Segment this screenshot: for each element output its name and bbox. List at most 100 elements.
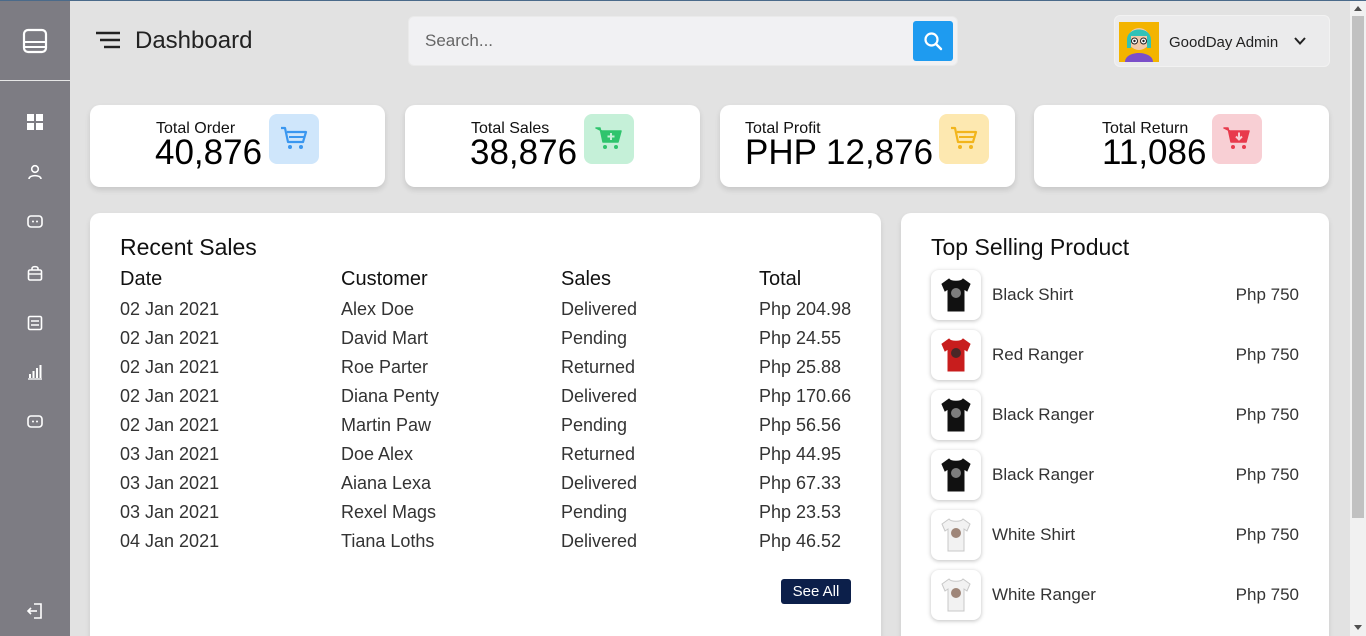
search-button[interactable] bbox=[913, 21, 953, 61]
cell-customer: Tiana Loths bbox=[341, 531, 435, 551]
sidebar-item-analytics[interactable] bbox=[0, 352, 70, 392]
product-list-item[interactable]: Black Shirt Php 750 bbox=[931, 270, 1299, 322]
card-value: 11,086 bbox=[1102, 133, 1207, 172]
cell-sales-status: Pending bbox=[561, 502, 628, 522]
see-all-button[interactable]: See All bbox=[781, 579, 851, 604]
tshirt-icon bbox=[941, 278, 971, 312]
card-icon-box bbox=[584, 114, 634, 164]
cell-total: Php 46.52 bbox=[759, 531, 842, 551]
sidebar-item-dashboard[interactable] bbox=[0, 102, 70, 142]
cell-date: 02 Jan 2021 bbox=[120, 357, 220, 377]
cell-date: 02 Jan 2021 bbox=[120, 299, 220, 319]
card-icon-box bbox=[269, 114, 319, 164]
cell-sales-status: Delivered bbox=[561, 473, 638, 493]
product-price: Php 750 bbox=[1235, 465, 1299, 484]
cell-total: Php 56.56 bbox=[759, 415, 842, 435]
sidebar-item-support[interactable] bbox=[0, 402, 70, 442]
cart-icon bbox=[281, 126, 308, 149]
cell-sales-status: Pending bbox=[561, 328, 628, 348]
scroll-down-arrow-icon[interactable] bbox=[1354, 625, 1362, 630]
cell-date: 03 Jan 2021 bbox=[120, 473, 220, 493]
column-header-total: Total bbox=[759, 268, 802, 290]
column-header-date: Date bbox=[120, 268, 163, 290]
cart-return-icon bbox=[1223, 127, 1250, 149]
cell-sales-status: Returned bbox=[561, 357, 636, 377]
chevron-down-icon bbox=[1294, 37, 1306, 45]
sidebar-logout[interactable] bbox=[0, 591, 70, 631]
cell-customer: David Mart bbox=[341, 328, 429, 348]
product-list-item[interactable]: Red Ranger Php 750 bbox=[931, 330, 1299, 382]
cell-customer: Rexel Mags bbox=[341, 502, 437, 522]
cell-date: 03 Jan 2021 bbox=[120, 444, 220, 464]
product-thumbnail bbox=[931, 390, 981, 440]
cell-customer: Doe Alex bbox=[341, 444, 414, 464]
cell-date: 04 Jan 2021 bbox=[120, 531, 220, 551]
cell-date: 02 Jan 2021 bbox=[120, 328, 220, 348]
sidebar bbox=[0, 1, 70, 636]
cell-customer: Diana Penty bbox=[341, 386, 440, 406]
dashboard-grid-icon bbox=[27, 114, 43, 130]
tshirt-icon bbox=[941, 458, 971, 492]
scroll-up-arrow-icon[interactable] bbox=[1354, 6, 1362, 11]
user-icon bbox=[28, 164, 42, 180]
tshirt-icon bbox=[941, 578, 971, 612]
sidebar-logo[interactable] bbox=[0, 1, 70, 81]
logout-icon bbox=[26, 603, 42, 619]
product-list-item[interactable]: Black Ranger Php 750 bbox=[931, 390, 1299, 442]
product-name: Black Ranger bbox=[992, 465, 1095, 484]
sidebar-item-messages[interactable] bbox=[0, 202, 70, 242]
cell-customer: Alex Doe bbox=[341, 299, 415, 319]
cell-total: Php 44.95 bbox=[759, 444, 842, 464]
cell-sales-status: Delivered bbox=[561, 386, 638, 406]
product-name: White Ranger bbox=[992, 585, 1096, 604]
page-scrollbar[interactable] bbox=[1350, 1, 1366, 636]
avatar bbox=[1119, 22, 1159, 62]
sidebar-item-orders[interactable] bbox=[0, 303, 70, 343]
search-input[interactable] bbox=[409, 17, 909, 65]
cell-date: 02 Jan 2021 bbox=[120, 415, 220, 435]
panel-title: Top Selling Product bbox=[931, 234, 1130, 260]
cell-customer: Martin Paw bbox=[341, 415, 432, 435]
cell-sales-status: Pending bbox=[561, 415, 628, 435]
cell-date: 02 Jan 2021 bbox=[120, 386, 220, 406]
product-name: Black Shirt bbox=[992, 285, 1074, 304]
product-list-item[interactable]: Black Ranger Php 750 bbox=[931, 450, 1299, 502]
sidebar-item-shop[interactable] bbox=[0, 253, 70, 293]
panel-title: Recent Sales bbox=[120, 234, 257, 260]
cell-sales-status: Delivered bbox=[561, 299, 638, 319]
cell-date: 03 Jan 2021 bbox=[120, 502, 220, 522]
search-icon bbox=[924, 32, 943, 51]
product-price: Php 750 bbox=[1235, 585, 1299, 604]
menu-toggle-button[interactable] bbox=[94, 28, 122, 52]
stat-card-total-order: Total Order 40,876 bbox=[90, 105, 385, 187]
avatar-illustration-icon bbox=[1119, 22, 1159, 62]
recent-sales-panel: Recent Sales Date Customer Sales Total 0… bbox=[90, 213, 881, 636]
app-logo-icon bbox=[22, 28, 48, 53]
user-menu[interactable]: GoodDay Admin bbox=[1114, 15, 1330, 67]
product-list-item[interactable]: White Ranger Php 750 bbox=[931, 570, 1299, 622]
stat-card-total-profit: Total Profit PHP 12,876 bbox=[720, 105, 1015, 187]
cart-icon bbox=[951, 126, 978, 149]
product-list-item[interactable]: White Shirt Php 750 bbox=[931, 510, 1299, 562]
tshirt-icon bbox=[941, 518, 971, 552]
top-bar: Dashboard GoodDay Admin bbox=[70, 1, 1350, 81]
cell-total: Php 170.66 bbox=[759, 386, 852, 406]
column-header-customer: Customer bbox=[341, 268, 428, 290]
menu-icon bbox=[96, 31, 120, 49]
stat-card-total-return: Total Return 11,086 bbox=[1034, 105, 1329, 187]
cell-sales-status: Delivered bbox=[561, 531, 638, 551]
product-name: Black Ranger bbox=[992, 405, 1095, 424]
cell-total: Php 204.98 bbox=[759, 299, 852, 319]
chat-icon bbox=[27, 415, 43, 428]
sidebar-item-users[interactable] bbox=[0, 152, 70, 192]
product-price: Php 750 bbox=[1235, 525, 1299, 544]
search-bar bbox=[408, 16, 958, 66]
shopping-bag-icon bbox=[27, 265, 43, 281]
cart-plus-icon bbox=[595, 127, 622, 149]
cell-total: Php 25.88 bbox=[759, 357, 842, 377]
cell-total: Php 24.55 bbox=[759, 328, 842, 348]
page-title: Dashboard bbox=[135, 27, 253, 54]
product-thumbnail bbox=[931, 270, 981, 320]
scroll-thumb[interactable] bbox=[1352, 16, 1364, 518]
user-menu-chevron[interactable] bbox=[1293, 34, 1307, 53]
